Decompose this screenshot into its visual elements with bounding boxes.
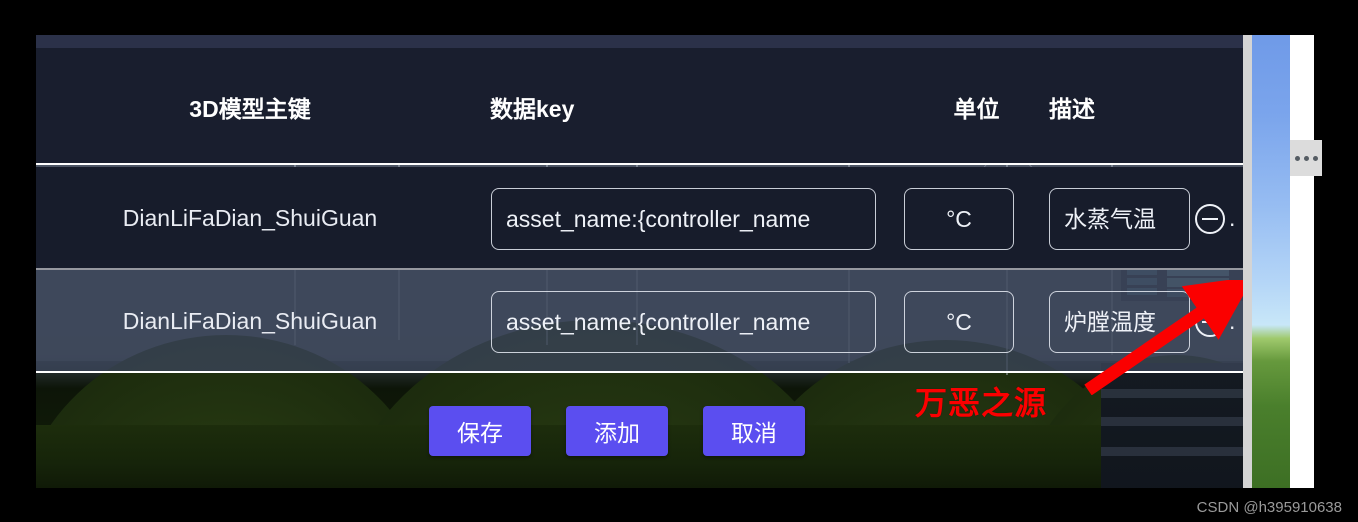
dot-icon [1294,155,1300,161]
annotation-text: 万恶之源 [915,385,1048,421]
cell-unit: °C [904,290,1049,353]
model-key-value: DianLiFaDian_ShuiGuan [122,308,378,334]
cell-model-key: DianLiFaDian_ShuiGuan [36,308,464,335]
footer-button-group: 保存 添加 取消 [429,405,805,456]
header-cell-unit: 单位 [904,90,1049,124]
dot-icon [1303,155,1309,161]
more-options-button[interactable] [1290,140,1322,176]
add-button[interactable]: 添加 [566,405,668,456]
column-header-label: 数据key [490,95,575,122]
description-input[interactable]: 炉膛温度 [1049,290,1190,353]
unit-input[interactable]: °C [904,187,1014,250]
cell-description: 炉膛温度 [1049,290,1190,353]
delete-row-button[interactable]: . [1195,306,1243,337]
circle-minus-icon [1195,203,1225,234]
model-key-value: DianLiFaDian_ShuiGuan [122,205,378,231]
delete-row-button[interactable]: . [1195,203,1243,234]
background-scene-sliver [1252,35,1290,488]
watermark-text: CSDN @h395910638 [1196,499,1342,516]
column-header-label: 3D模型主键 [189,95,311,122]
cell-data-key: asset_name:{controller_name [464,290,904,353]
delete-row-label: . [1229,308,1236,334]
unit-input[interactable]: °C [904,290,1014,353]
column-header-label: 单位 [953,95,1000,122]
cell-actions: . [1177,306,1243,337]
header-cell-model-key: 3D模型主键 [36,90,464,124]
cell-actions: . [1177,203,1243,234]
data-key-input[interactable]: asset_name:{controller_name [491,187,876,250]
header-cell-data-key: 数据key [464,90,904,124]
cell-data-key: asset_name:{controller_name [464,187,904,250]
cell-description: 水蒸气温 [1049,187,1190,250]
table-header-row: 3D模型主键 数据key 单位 描述 [36,48,1243,165]
header-cell-description: 描述 [1049,90,1177,124]
cell-model-key: DianLiFaDian_ShuiGuan [36,205,464,232]
panel-footer: 保存 添加 取消 [36,373,1243,488]
circle-minus-icon [1195,306,1225,337]
column-header-label: 描述 [1049,95,1095,122]
panel-scrollbar-track[interactable] [1243,35,1252,488]
data-key-input[interactable]: asset_name:{controller_name [491,290,876,353]
save-button[interactable]: 保存 [429,405,531,456]
cancel-button[interactable]: 取消 [703,405,805,456]
data-binding-panel: 3D模型主键 数据key 单位 描述 DianLiFaDian_ShuiGuan… [36,35,1243,488]
table-row: DianLiFaDian_ShuiGuan asset_name:{contro… [36,167,1243,270]
page-white-margin [1290,35,1314,488]
cell-unit: °C [904,187,1049,250]
panel-top-strip [36,35,1243,48]
delete-row-label: . [1229,205,1236,231]
screenshot-root: 3D模型主键 数据key 单位 描述 DianLiFaDian_ShuiGuan… [0,0,1358,522]
description-input[interactable]: 水蒸气温 [1049,187,1190,250]
table-row: DianLiFaDian_ShuiGuan asset_name:{contro… [36,270,1243,373]
header-separator [36,163,1243,165]
dot-icon [1312,155,1318,161]
